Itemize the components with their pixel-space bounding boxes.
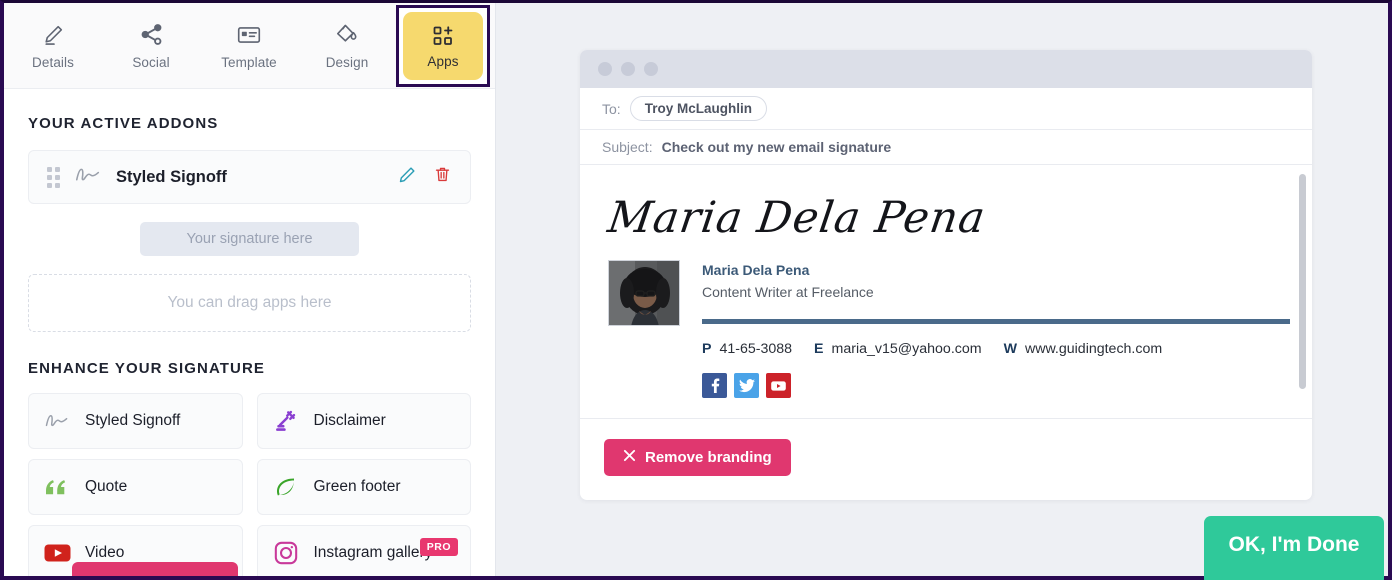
facebook-icon[interactable] [702, 373, 727, 398]
email-subject-row: Subject: Check out my new email signatur… [580, 130, 1312, 165]
signature-squiggle-icon [43, 407, 71, 435]
gavel-icon [272, 407, 300, 435]
window-dot-3-icon [644, 62, 658, 76]
apps-dropzone[interactable]: You can drag apps here [28, 274, 471, 332]
signature-job-title: Content Writer at Freelance [702, 284, 874, 300]
handwritten-signature: Maria Dela Pena [604, 193, 989, 243]
website-value: www.guidingtech.com [1024, 341, 1163, 357]
signature-placeholder-wrap: Your signature here [28, 222, 471, 256]
phone-value: 41-65-3088 [719, 341, 793, 357]
enhance-item-instagram-gallery[interactable]: Instagram gallery PRO [256, 525, 471, 576]
subject-label: Subject: [602, 139, 653, 155]
tab-social-label: Social [132, 54, 170, 70]
apps-grid-plus-icon [431, 23, 455, 49]
youtube-icon[interactable] [766, 373, 791, 398]
enhance-item-label: Quote [85, 478, 128, 496]
active-addon-row[interactable]: Styled Signoff [28, 150, 471, 204]
remove-branding-button[interactable]: Remove branding [604, 439, 791, 476]
tab-social[interactable]: Social [102, 3, 200, 89]
website-key: W [1003, 341, 1017, 357]
tab-apps-label: Apps [427, 53, 459, 69]
active-addon-name: Styled Signoff [116, 167, 227, 186]
signature-divider [702, 319, 1290, 324]
tab-template-label: Template [221, 54, 277, 70]
email-value: maria_v15@yahoo.com [831, 341, 982, 357]
avatar [608, 260, 680, 326]
signature-details: Maria Dela Pena Content Writer at Freela… [702, 260, 1290, 326]
tab-details[interactable]: Details [4, 3, 102, 89]
twitter-icon[interactable] [734, 373, 759, 398]
email-to-row: To: Troy McLaughlin [580, 88, 1312, 130]
youtube-play-icon [43, 539, 71, 567]
enhance-grid: Styled Signoff Disclaimer Quote Green fo… [28, 393, 471, 576]
enhance-item-label: Video [85, 544, 125, 562]
drag-dots-icon[interactable] [47, 166, 60, 188]
subject-value[interactable]: Check out my new email signature [662, 139, 892, 155]
enhance-item-disclaimer[interactable]: Disclaimer [256, 393, 471, 449]
signature-social-row [608, 373, 1290, 398]
pro-badge: PRO [419, 538, 458, 556]
email-window-titlebar [580, 50, 1312, 88]
signature-placeholder-chip[interactable]: Your signature here [140, 222, 359, 256]
editor-toolbar: Details Social Template Design Apps [4, 3, 495, 89]
trash-icon[interactable] [433, 165, 452, 189]
instagram-icon [272, 539, 300, 567]
enhance-item-label: Instagram gallery [313, 544, 433, 562]
pencil-icon[interactable] [397, 165, 417, 190]
enhance-item-label: Green footer [313, 478, 401, 496]
tab-apps[interactable]: Apps [396, 4, 490, 87]
pencil-edit-icon [41, 22, 66, 48]
to-recipient-pill[interactable]: Troy McLaughlin [629, 96, 767, 121]
preview-pane: To: Troy McLaughlin Subject: Check out m… [496, 3, 1388, 580]
tab-design-label: Design [325, 54, 369, 70]
ok-im-done-button[interactable]: OK, I'm Done [1204, 516, 1384, 580]
phone-key: P [702, 341, 712, 357]
tab-template[interactable]: Template [200, 3, 298, 89]
signature-block: Maria Dela Pena Content Writer at Freela… [608, 260, 1290, 326]
enhance-item-green-footer[interactable]: Green footer [256, 459, 471, 515]
sidebar-body: YOUR ACTIVE ADDONS Styled Signoff Your s… [4, 89, 495, 576]
close-x-icon [623, 449, 636, 466]
paint-bucket-icon [334, 22, 360, 48]
email-key: E [814, 341, 824, 357]
email-footer: Remove branding [580, 418, 1312, 500]
enhance-item-label: Styled Signoff [85, 412, 181, 430]
email-preview-window: To: Troy McLaughlin Subject: Check out m… [580, 50, 1312, 500]
app-root: Details Social Template Design Apps YOUR… [4, 3, 1388, 580]
signature-name: Maria Dela Pena [702, 262, 810, 278]
email-preview-scrollbar[interactable] [1299, 174, 1306, 389]
leaf-icon [272, 473, 300, 501]
enhance-heading: ENHANCE YOUR SIGNATURE [28, 360, 265, 377]
partial-pink-button[interactable] [72, 562, 238, 576]
active-addons-heading: YOUR ACTIVE ADDONS [28, 115, 219, 132]
enhance-item-quote[interactable]: Quote [28, 459, 243, 515]
id-card-icon [236, 22, 262, 48]
signature-squiggle-icon [73, 164, 103, 191]
window-dot-2-icon [621, 62, 635, 76]
enhance-item-label: Disclaimer [313, 412, 386, 430]
to-label: To: [602, 100, 621, 117]
enhance-item-styled-signoff[interactable]: Styled Signoff [28, 393, 243, 449]
share-nodes-icon [139, 22, 164, 48]
left-sidebar: Details Social Template Design Apps YOUR… [4, 3, 496, 576]
signature-contact-line: P 41-65-3088 E maria_v15@yahoo.com W www… [608, 341, 1290, 357]
remove-branding-label: Remove branding [645, 449, 772, 466]
quote-marks-icon [43, 473, 71, 501]
email-body: Maria Dela Pena Maria Dela Pena Content … [580, 165, 1312, 418]
tab-details-label: Details [32, 54, 74, 70]
tab-design[interactable]: Design [298, 3, 396, 89]
window-dot-1-icon [598, 62, 612, 76]
